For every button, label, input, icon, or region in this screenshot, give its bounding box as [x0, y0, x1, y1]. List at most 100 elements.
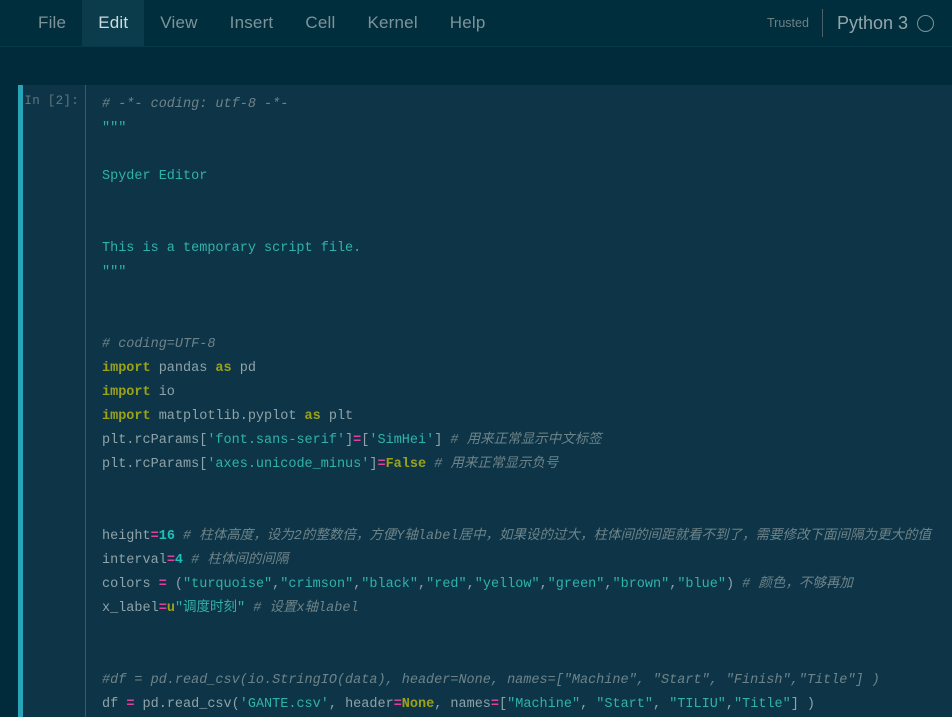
code-token: 'GANTE.csv' [239, 697, 329, 712]
code-token: pd [231, 361, 256, 376]
code-token: "Start" [596, 697, 653, 712]
code-token: as [215, 361, 232, 376]
code-token: , [652, 697, 670, 712]
code-token: = [158, 577, 167, 592]
code-token: ) [725, 577, 743, 592]
code-token: """ [102, 265, 127, 280]
code-token: pandas [150, 361, 216, 376]
menu-item-view[interactable]: View [144, 0, 213, 46]
code-token: interval [102, 553, 167, 568]
code-token: as [304, 409, 321, 424]
menu-item-kernel[interactable]: Kernel [351, 0, 433, 46]
code-token: ( [166, 577, 184, 592]
code-line: df = pd.read_csv('GANTE.csv', header=Non… [102, 693, 952, 717]
code-token: , [539, 577, 548, 592]
code-token: 'SimHei' [369, 433, 435, 448]
menu-item-help[interactable]: Help [434, 0, 502, 46]
code-token: = [166, 553, 175, 568]
code-token: # 颜色，不够再加 [742, 577, 853, 592]
code-token: "调度时刻" [174, 601, 246, 616]
menu-item-file[interactable]: File [22, 0, 82, 46]
code-token: colors [102, 577, 159, 592]
code-token: #df = pd.read_csv(io.StringIO(data), hea… [102, 673, 880, 688]
menubar-status-area: Trusted Python 3 [767, 0, 952, 46]
code-token: # coding=UTF-8 [102, 337, 216, 352]
code-line: import matplotlib.pyplot as plt [102, 405, 952, 429]
code-line: interval=4 # 柱体间的间隔 [102, 549, 952, 573]
kernel-name-label: Python 3 [836, 12, 908, 33]
code-line: This is a temporary script file. [102, 237, 952, 261]
code-token: "yellow" [474, 577, 540, 592]
trusted-badge: Trusted [767, 16, 809, 30]
menu-item-edit[interactable]: Edit [82, 0, 145, 46]
menu-item-insert[interactable]: Insert [214, 0, 290, 46]
code-token: pd.read_csv( [134, 697, 240, 712]
code-token: False [385, 457, 427, 472]
code-token: 'font.sans-serif' [207, 433, 346, 448]
code-token: 'axes.unicode_minus' [207, 457, 370, 472]
menu-item-cell[interactable]: Cell [289, 0, 351, 46]
code-line: Spyder Editor [102, 165, 952, 189]
code-token: # 用来正常显示中文标签 [450, 433, 602, 448]
code-token: = [393, 697, 402, 712]
menu-bar: File Edit View Insert Cell Kernel Help Trusted… [0, 0, 952, 47]
code-token: """ [102, 121, 127, 136]
code-line: import io [102, 381, 952, 405]
code-token: ] [434, 433, 451, 448]
code-editor[interactable]: # -*- coding: utf-8 -*- """ Spyder Editor… [85, 85, 952, 717]
code-token: "green" [547, 577, 605, 592]
code-line: colors = ("turquoise","crimson","black",… [102, 573, 952, 597]
code-token: "TILIU" [669, 697, 726, 712]
code-token: 4 [174, 553, 184, 568]
code-token: import [102, 385, 151, 400]
code-token: plt [320, 409, 354, 424]
code-line: x_label=u"调度时刻" # 设置x轴label [102, 597, 952, 621]
code-token: None [401, 697, 435, 712]
code-token: , [604, 577, 613, 592]
notebook-body: In [2]: # -*- coding: utf-8 -*- """ Spyde… [0, 47, 952, 717]
code-token: , [725, 697, 735, 712]
code-token: , [580, 697, 597, 712]
code-token: This is a temporary script file. [102, 241, 362, 256]
code-token: ] [345, 433, 354, 448]
code-token: "crimson" [280, 577, 354, 592]
code-token: # 柱体高度，设为2的整数倍，方便Y轴label居中，如果设的过大，柱体间的间距… [183, 529, 931, 544]
code-token: , [466, 577, 475, 592]
code-line: """ [102, 261, 952, 285]
code-token: = [126, 697, 135, 712]
code-token: df [102, 697, 127, 712]
code-token: height [102, 529, 151, 544]
code-token: "Machine" [507, 697, 581, 712]
code-token: "black" [361, 577, 419, 592]
code-line: # coding=UTF-8 [102, 333, 952, 357]
kernel-idle-circle-icon[interactable] [917, 14, 934, 32]
code-source[interactable]: # -*- coding: utf-8 -*- """ Spyder Editor… [102, 93, 952, 717]
code-token: "red" [426, 577, 467, 592]
code-token: plt.rcParams[ [102, 457, 208, 472]
code-token: import [102, 409, 151, 424]
code-line: #df = pd.read_csv(io.StringIO(data), hea… [102, 669, 952, 693]
code-token: # 柱体间的间隔 [191, 553, 289, 568]
code-token: "Title" [734, 697, 791, 712]
cell-prompt-label: In [2]: [24, 94, 79, 108]
code-token: = [377, 457, 386, 472]
code-token: = [158, 601, 167, 616]
code-token: import [102, 361, 151, 376]
code-token: # 用来正常显示负号 [434, 457, 559, 472]
code-token: "brown" [612, 577, 670, 592]
code-token: = [490, 697, 500, 712]
code-line: plt.rcParams['font.sans-serif']=['SimHei… [102, 429, 952, 453]
code-cell[interactable]: In [2]: # -*- coding: utf-8 -*- """ Spyde… [18, 85, 952, 717]
code-token: 16 [158, 529, 175, 544]
